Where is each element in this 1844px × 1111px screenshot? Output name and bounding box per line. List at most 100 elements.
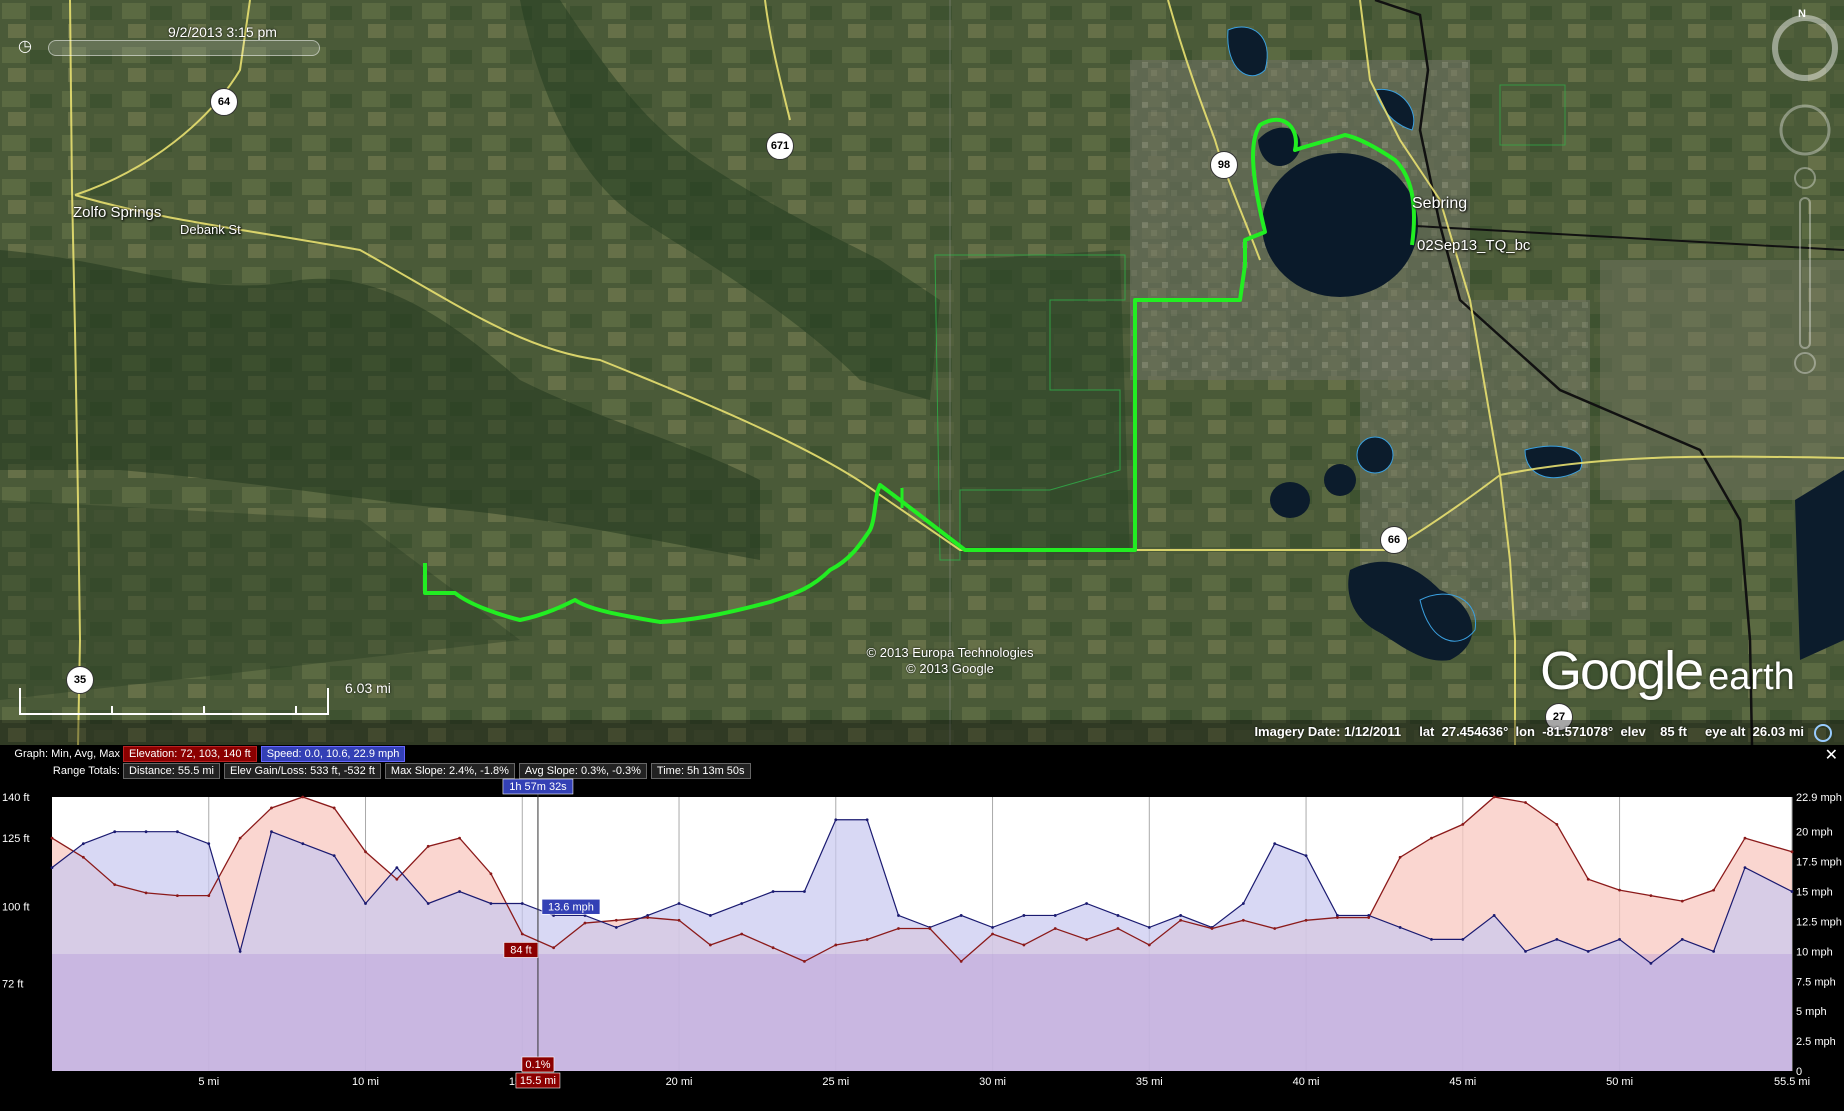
elevation-point — [1461, 823, 1465, 826]
y-right-tick-label: 7.5 mph — [1796, 976, 1836, 988]
look-ring[interactable] — [1772, 15, 1838, 81]
graph-stats-row: Graph: Min, Avg, Max Elevation: 72, 103, … — [0, 746, 409, 762]
earth-map-view[interactable]: ◷ 9/2/2013 3:15 pm Zolfo Springs Debank … — [0, 0, 1844, 745]
speed-point — [1022, 914, 1026, 917]
cursor-time-label: 1h 57m 32s — [509, 781, 567, 793]
elevation-point — [583, 921, 587, 925]
speed-point — [1273, 842, 1277, 846]
place-label-zolfo-springs[interactable]: Zolfo Springs — [73, 204, 161, 221]
speed-point — [176, 830, 179, 834]
y-right-tick-label: 17.5 mph — [1796, 857, 1842, 869]
elevation-point — [458, 836, 461, 840]
elevation-point — [81, 855, 85, 859]
x-tick-label: 40 mi — [1293, 1076, 1320, 1088]
cursor-dist-label: 15.5 mi — [520, 1075, 556, 1087]
north-indicator[interactable]: N — [1798, 8, 1806, 20]
elevation-point — [176, 894, 179, 898]
y-right-tick-label: 0 — [1796, 1066, 1802, 1078]
elevation-profile-panel[interactable]: Graph: Min, Avg, Max Elevation: 72, 103, … — [0, 745, 1844, 1111]
track-label[interactable]: 02Sep13_TQ_bc — [1417, 237, 1530, 254]
zoom-slider[interactable] — [1799, 197, 1811, 349]
route-shield-66: 66 — [1380, 526, 1408, 554]
elevation-point — [301, 795, 305, 799]
elevation-point — [959, 960, 963, 963]
place-label-sebring[interactable]: Sebring — [1412, 195, 1467, 213]
speed-point — [1712, 949, 1716, 953]
elevation-point — [1241, 918, 1245, 922]
elevation-stats-button[interactable]: Elevation: 72, 103, 140 ft — [123, 746, 257, 762]
x-tick-label: 20 mi — [666, 1076, 693, 1088]
move-joystick[interactable] — [1779, 104, 1831, 156]
elevation-point — [865, 938, 869, 941]
elevation-point — [1398, 855, 1402, 859]
elevation-point — [1116, 927, 1120, 930]
clock-icon: ◷ — [18, 38, 32, 55]
elevation-point — [1179, 918, 1183, 922]
speed-point — [1586, 949, 1590, 953]
zoom-in-button[interactable] — [1794, 167, 1816, 189]
elevation-point — [771, 946, 775, 950]
elevation: elev 85 ft — [1620, 724, 1687, 739]
elevation-point — [364, 850, 367, 854]
speed-point — [364, 902, 367, 905]
speed-point — [113, 830, 117, 834]
speed-point — [614, 926, 618, 929]
speed-point — [1147, 926, 1151, 929]
y-right-tick-label: 22.9 mph — [1796, 792, 1842, 804]
elevation-point — [1210, 927, 1214, 930]
elevation-point — [614, 918, 618, 922]
speed-point — [803, 890, 806, 893]
status-bar: Imagery Date: 1/12/2011 lat 27.454636° l… — [0, 720, 1844, 745]
y-right-tick-label: 20 mph — [1796, 827, 1833, 839]
elevation-point — [144, 891, 148, 895]
cursor-elev-label: 84 ft — [510, 944, 531, 956]
speed-point — [1743, 866, 1747, 869]
google-earth-logo: Google earth — [1540, 641, 1795, 701]
elevation-point — [1586, 877, 1590, 881]
y-right-tick-label: 5 mph — [1796, 1006, 1827, 1018]
elevation-point — [238, 836, 242, 840]
speed-point — [144, 830, 148, 834]
speed-point — [1680, 937, 1684, 941]
latitude: lat 27.454636° — [1419, 724, 1509, 739]
x-tick-label: 25 mi — [822, 1076, 849, 1088]
eye-altitude: eye alt 26.03 mi — [1704, 724, 1804, 739]
time-slider-track[interactable] — [48, 40, 320, 56]
speed-point — [332, 854, 336, 858]
navigation-controls[interactable]: N — [1770, 8, 1840, 388]
elevation-point — [1304, 918, 1308, 922]
elevation-point — [740, 932, 744, 936]
speed-point — [991, 926, 994, 929]
x-tick-label: 30 mi — [979, 1076, 1006, 1088]
y-left-tick-label: 140 ft — [2, 792, 30, 804]
speed-point — [395, 866, 399, 869]
copyright-line-1: © 2013 Europa Technologies — [866, 645, 1034, 660]
time-label: 9/2/2013 3:15 pm — [168, 24, 277, 40]
speed-stats-button[interactable]: Speed: 0.0, 10.6, 22.9 mph — [260, 746, 406, 762]
zoom-out-button[interactable] — [1794, 352, 1816, 374]
elevation-point — [1743, 836, 1747, 840]
elevation-point — [1367, 916, 1371, 919]
elevation-point — [552, 946, 556, 950]
imagery-date: Imagery Date: 1/12/2011 — [1254, 724, 1402, 739]
longitude: lon -81.571078° — [1515, 724, 1614, 739]
x-tick-label: 10 mi — [352, 1076, 379, 1088]
close-icon[interactable]: ✕ — [1825, 745, 1838, 765]
elevation-point — [1680, 899, 1684, 903]
elevation-point — [426, 844, 430, 848]
elevation-point — [1618, 888, 1621, 892]
copyright-line-2: © 2013 Google — [906, 661, 994, 676]
speed-point — [270, 830, 273, 834]
elevation-point — [207, 894, 211, 898]
speed-point — [1304, 854, 1308, 858]
speed-point — [520, 902, 524, 905]
elevation-point — [928, 927, 932, 930]
speed-point — [959, 914, 963, 917]
elevation-point — [489, 872, 493, 876]
elevation-profile-chart[interactable]: 5 mi10 mi15 mi20 mi25 mi30 mi35 mi40 mi4… — [0, 775, 1844, 1111]
speed-point — [301, 842, 305, 846]
time-slider[interactable]: ◷ 9/2/2013 3:15 pm — [18, 22, 320, 60]
route-shield-671: 671 — [766, 132, 794, 160]
elevation-point — [395, 877, 399, 881]
elevation-point — [1053, 927, 1057, 930]
